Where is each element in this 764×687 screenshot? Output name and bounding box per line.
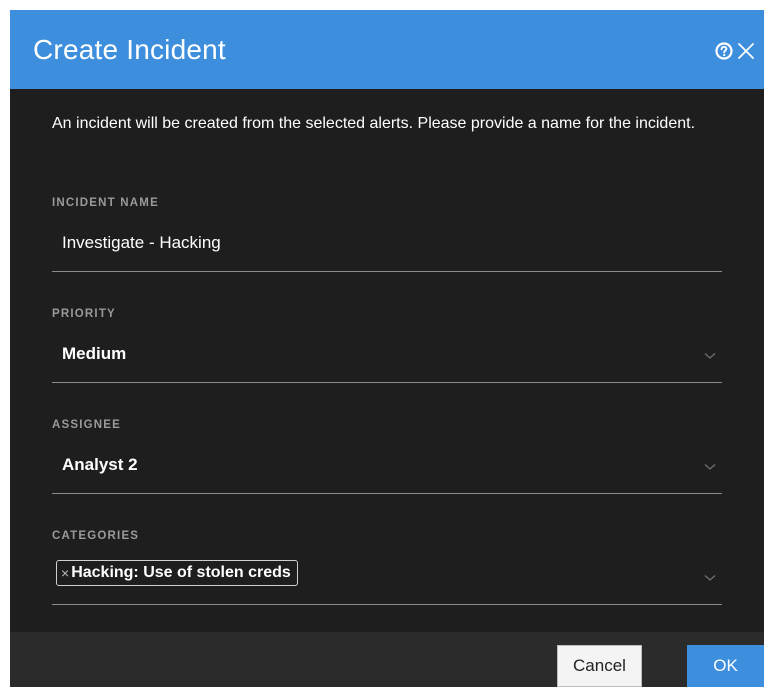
tag-remove-icon[interactable]: × — [61, 565, 69, 581]
chevron-down-icon — [704, 353, 716, 359]
dialog-titlebar: Create Incident — [10, 10, 764, 89]
categories-label: CATEGORIES — [52, 530, 140, 542]
dialog-intro-text: An incident will be created from the sel… — [52, 115, 696, 132]
create-incident-dialog: Create Incident An incident will be crea… — [10, 10, 764, 687]
assignee-value: Analyst 2 — [62, 455, 138, 474]
category-tag-label: Hacking: Use of stolen creds — [71, 564, 291, 581]
ok-button[interactable]: OK — [687, 645, 764, 687]
incident-name-label: INCIDENT NAME — [52, 197, 159, 209]
close-icon[interactable] — [736, 41, 756, 61]
categories-select[interactable]: × Hacking: Use of stolen creds — [52, 560, 722, 605]
priority-value: Medium — [62, 344, 127, 363]
chevron-down-icon — [704, 575, 716, 581]
help-icon[interactable] — [714, 41, 734, 61]
priority-label: PRIORITY — [52, 308, 116, 320]
assignee-label: ASSIGNEE — [52, 419, 122, 431]
chevron-down-icon — [704, 464, 716, 470]
assignee-select[interactable]: Analyst 2 — [52, 453, 722, 494]
dialog-title: Create Incident — [33, 34, 226, 65]
incident-name-value: Investigate - Hacking — [62, 233, 221, 252]
incident-name-input[interactable]: Investigate - Hacking — [52, 231, 722, 272]
dialog-footer: Cancel OK — [10, 632, 764, 687]
cancel-button[interactable]: Cancel — [557, 645, 642, 687]
category-tag: × Hacking: Use of stolen creds — [56, 560, 298, 586]
priority-select[interactable]: Medium — [52, 342, 722, 383]
